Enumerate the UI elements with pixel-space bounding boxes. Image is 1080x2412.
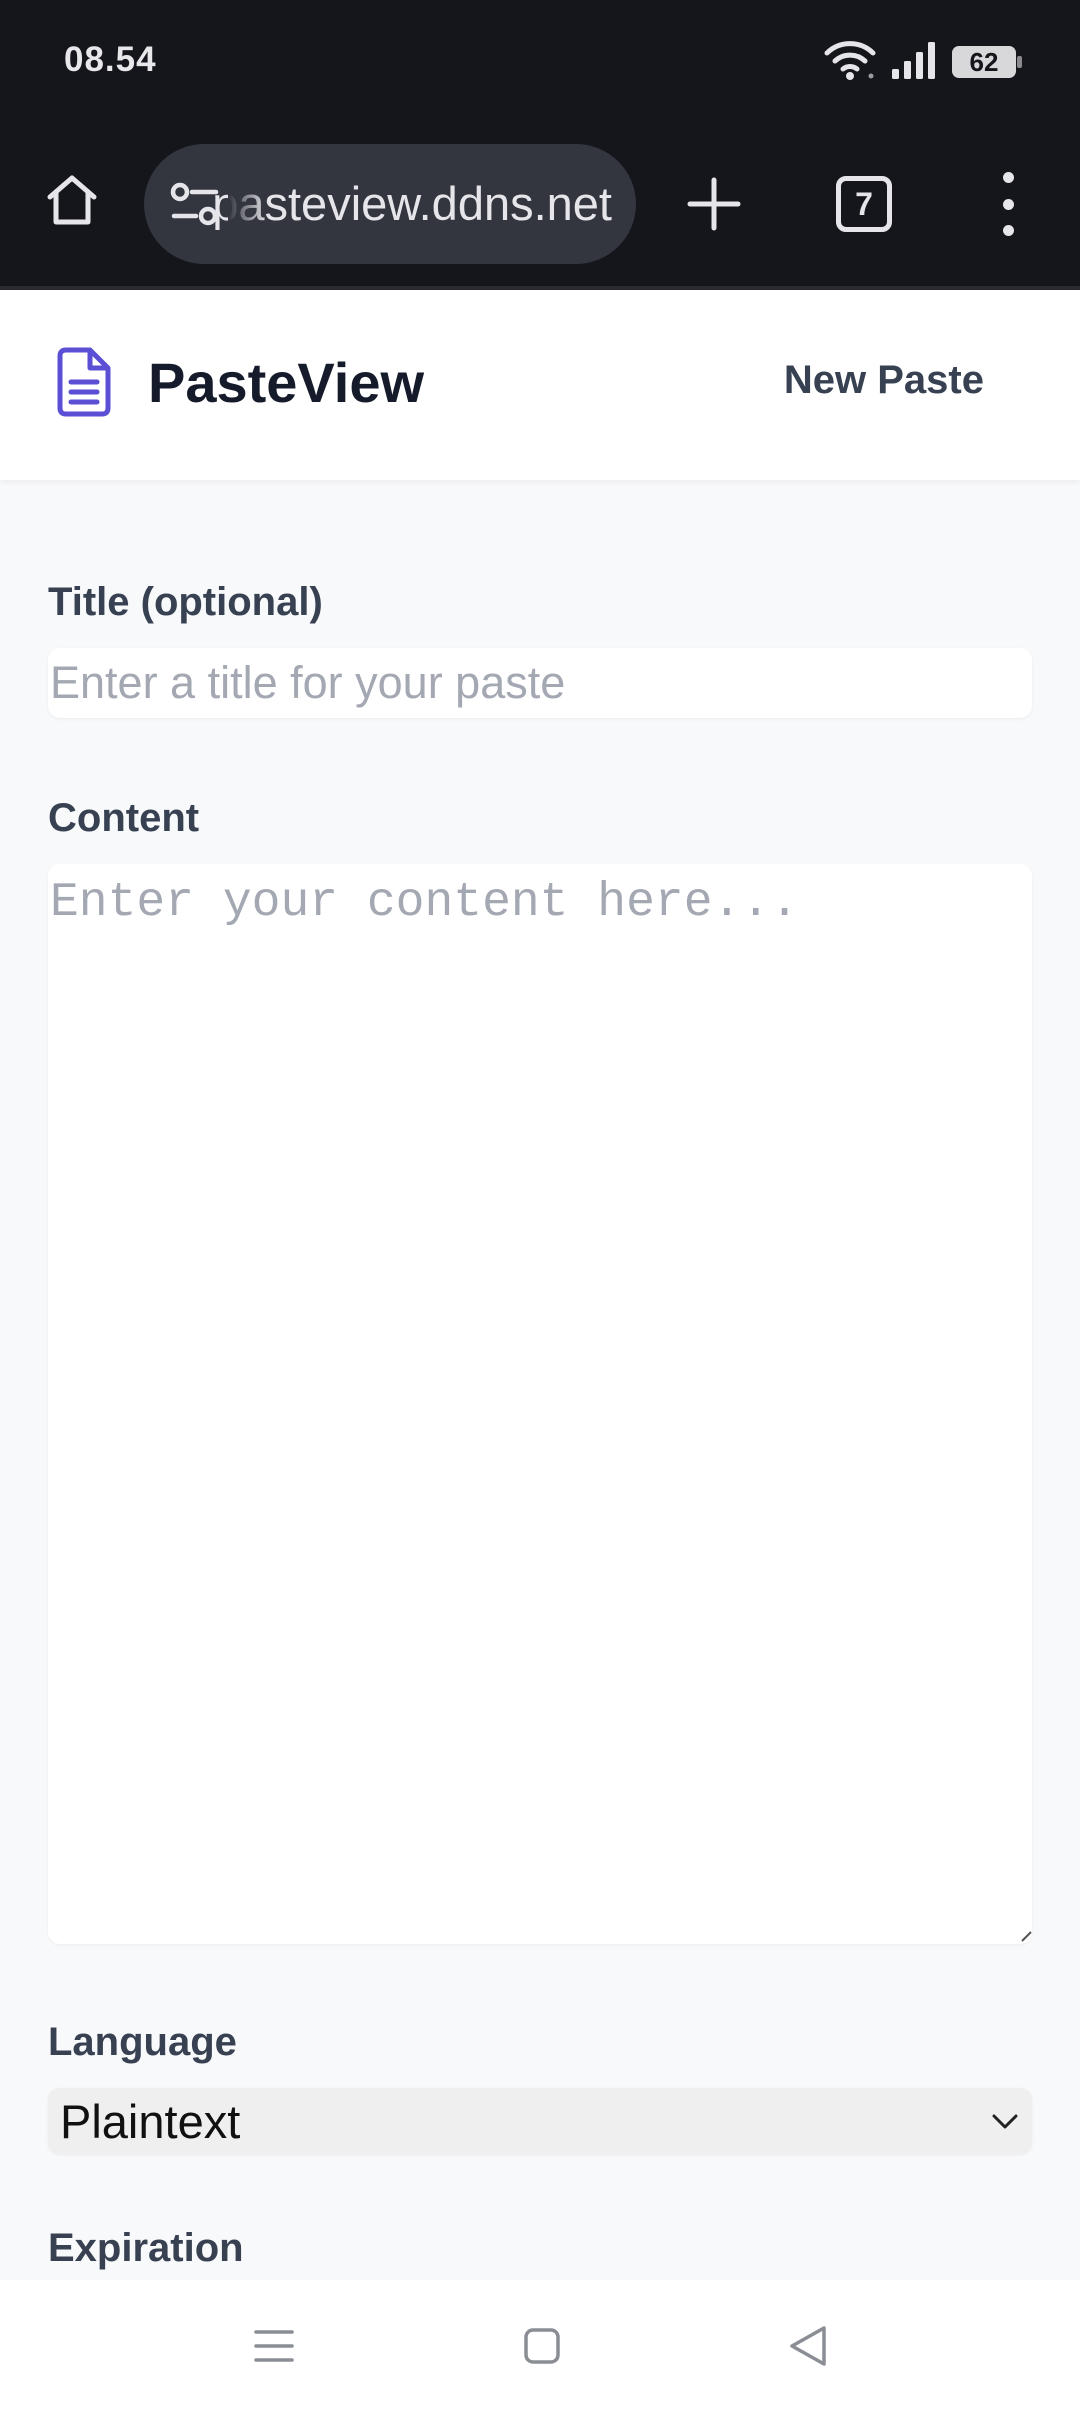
document-icon [57,347,111,417]
recents-icon [254,2330,294,2362]
chevron-down-icon [992,2114,1018,2129]
language-selected-value: Plaintext [60,2094,241,2148]
back-button[interactable] [772,2310,844,2382]
recents-button[interactable] [238,2310,310,2382]
menu-dot [1002,225,1014,236]
new-tab-button[interactable] [678,168,750,240]
browser-chrome: 08.54 62 pasteview.ddns.net 7 [0,0,1080,290]
content-textarea[interactable] [48,864,1032,1944]
tab-count: 7 [855,185,873,222]
title-label: Title (optional) [48,580,323,624]
battery-level: 62 [969,46,999,77]
tabs-icon[interactable]: 7 [836,176,892,232]
url-fade [228,144,268,264]
expiration-label: Expiration [48,2226,244,2270]
home-icon [47,175,97,225]
system-navbar [0,2280,1080,2412]
address-bar[interactable]: pasteview.ddns.net [144,144,636,264]
language-label: Language [48,2020,237,2064]
back-triangle-icon [790,2326,826,2366]
new-paste-button[interactable]: New Paste [784,358,984,403]
language-select[interactable]: Plaintext [48,2088,1032,2154]
wifi-icon [824,38,876,87]
resize-handle-icon[interactable] [1020,1930,1032,1942]
brand-link[interactable]: PasteView [54,346,424,418]
content-label: Content [48,796,200,840]
menu-dot [1002,198,1014,210]
app-name: PasteView [148,350,425,414]
home-button[interactable] [36,164,108,236]
site-settings-icon[interactable] [168,178,224,230]
site-header: PasteView New Paste [0,290,1080,480]
menu-dot [1002,172,1014,183]
status-icons: 62 [824,38,1022,87]
url-text: pasteview.ddns.net [212,177,612,230]
home-square-icon [524,2328,560,2364]
battery-icon: 62 [952,46,1022,78]
title-input[interactable] [48,648,1032,718]
signal-icon [890,39,938,86]
more-vert-icon[interactable] [986,170,1030,238]
home-nav-button[interactable] [506,2310,578,2382]
new-tab-plus-icon [687,177,741,231]
battery-cap [1017,56,1022,68]
status-time: 08.54 [64,40,157,79]
